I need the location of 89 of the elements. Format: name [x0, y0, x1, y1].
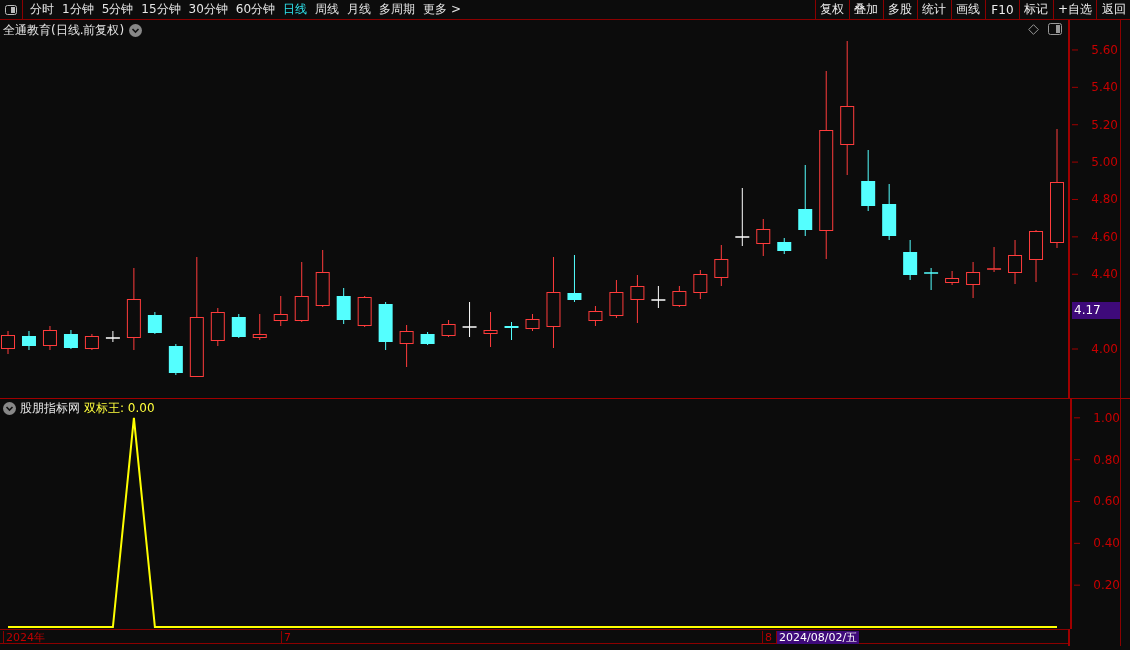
candle — [650, 285, 667, 309]
time-axis-label: 7 — [281, 631, 291, 644]
toolbar-button[interactable]: 叠加 — [848, 0, 883, 19]
diamond-icon[interactable] — [1028, 23, 1039, 35]
time-axis-label: 8 — [762, 631, 772, 644]
candle — [231, 313, 246, 339]
time-axis-label: 2024年 — [3, 631, 45, 644]
toolbar-button[interactable]: 标记 — [1018, 0, 1053, 19]
toolbar-button[interactable]: 画线 — [950, 0, 985, 19]
period-tab[interactable]: 分时 — [26, 1, 58, 18]
candle — [84, 333, 99, 351]
candle — [923, 267, 939, 291]
indicator-tick-label: 1.00 — [1093, 410, 1120, 425]
candle — [168, 343, 183, 376]
indicator-tick-label: 0.60 — [1093, 494, 1120, 509]
dropdown-icon[interactable] — [3, 402, 16, 415]
period-tab[interactable]: 周线 — [311, 1, 344, 18]
panel-icon — [5, 4, 17, 15]
price-tick-label: 4.60 — [1091, 229, 1118, 244]
toolbar-button[interactable]: 多股 — [882, 0, 917, 19]
last-price-label: 4.17 — [1072, 302, 1120, 319]
candle — [357, 295, 372, 328]
candle — [399, 324, 414, 368]
price-tick-label: 5.40 — [1091, 80, 1118, 95]
toolbar-button[interactable]: 返回 — [1096, 0, 1130, 19]
candle — [336, 287, 351, 325]
candle — [210, 307, 225, 347]
candle — [378, 301, 393, 351]
candle — [734, 187, 751, 247]
period-tab[interactable]: 1分钟 — [58, 1, 98, 18]
candle — [483, 311, 498, 348]
candle — [273, 295, 288, 327]
indicator-tick-label: 0.40 — [1093, 536, 1120, 551]
candle — [903, 239, 918, 281]
candle — [1008, 239, 1023, 285]
candle — [567, 254, 582, 303]
dropdown-icon[interactable] — [129, 24, 143, 37]
toolbar-button[interactable]: 复权 — [814, 0, 849, 19]
indicator-name: 股朋指标网 — [20, 400, 80, 417]
candle — [986, 246, 1002, 273]
indicator-reading: 双标王: 0.00 — [84, 400, 155, 417]
period-tab[interactable]: 多周期 — [375, 1, 420, 18]
candle — [966, 261, 981, 299]
candle — [294, 261, 309, 323]
candle — [714, 244, 729, 287]
period-tab[interactable]: 更多 > — [419, 1, 465, 18]
toolbar-button[interactable]: F10 — [984, 0, 1019, 19]
panel-icon[interactable] — [1048, 23, 1062, 35]
candle — [945, 270, 960, 286]
candle — [672, 285, 687, 308]
price-tick-label: 5.60 — [1091, 42, 1118, 57]
candle — [461, 301, 478, 338]
candle — [147, 311, 162, 335]
candle — [882, 183, 897, 241]
price-tick-label: 5.20 — [1091, 117, 1118, 132]
period-tab[interactable]: 30分钟 — [184, 1, 232, 18]
price-tick-label: 4.40 — [1091, 267, 1118, 282]
indicator-tick-label: 0.80 — [1093, 452, 1120, 467]
period-tab[interactable]: 60分钟 — [231, 1, 280, 18]
candle — [504, 321, 519, 341]
period-tab[interactable]: 5分钟 — [97, 1, 138, 18]
period-tab[interactable]: 月线 — [343, 1, 376, 18]
candle — [63, 329, 78, 350]
period-tab[interactable]: 日线 — [279, 1, 312, 18]
candle — [756, 218, 771, 257]
candle — [693, 269, 708, 300]
candle — [525, 313, 540, 332]
candle — [420, 331, 435, 346]
indicator-tick-label: 0.20 — [1093, 578, 1120, 593]
candle — [105, 330, 121, 343]
candle — [315, 249, 330, 308]
price-tick-label: 4.00 — [1091, 342, 1118, 356]
cursor-date-label: 2024/08/02/五 — [776, 631, 860, 644]
candle — [609, 279, 624, 319]
chart-title: 全通教育(日线.前复权) — [3, 22, 125, 39]
candle — [777, 237, 792, 255]
period-tab[interactable]: 15分钟 — [137, 1, 185, 18]
candle — [42, 325, 57, 351]
price-tick-label: 4.80 — [1091, 192, 1118, 207]
candle — [588, 305, 603, 327]
candle — [861, 149, 876, 212]
candle — [1029, 229, 1043, 283]
toolbar-button[interactable]: 统计 — [916, 0, 951, 19]
candle — [630, 274, 645, 324]
candle — [22, 330, 36, 351]
price-tick-label: 5.00 — [1091, 155, 1118, 170]
candle — [441, 319, 456, 338]
toolbar-button[interactable]: +自选 — [1052, 0, 1096, 19]
candle — [252, 313, 267, 341]
